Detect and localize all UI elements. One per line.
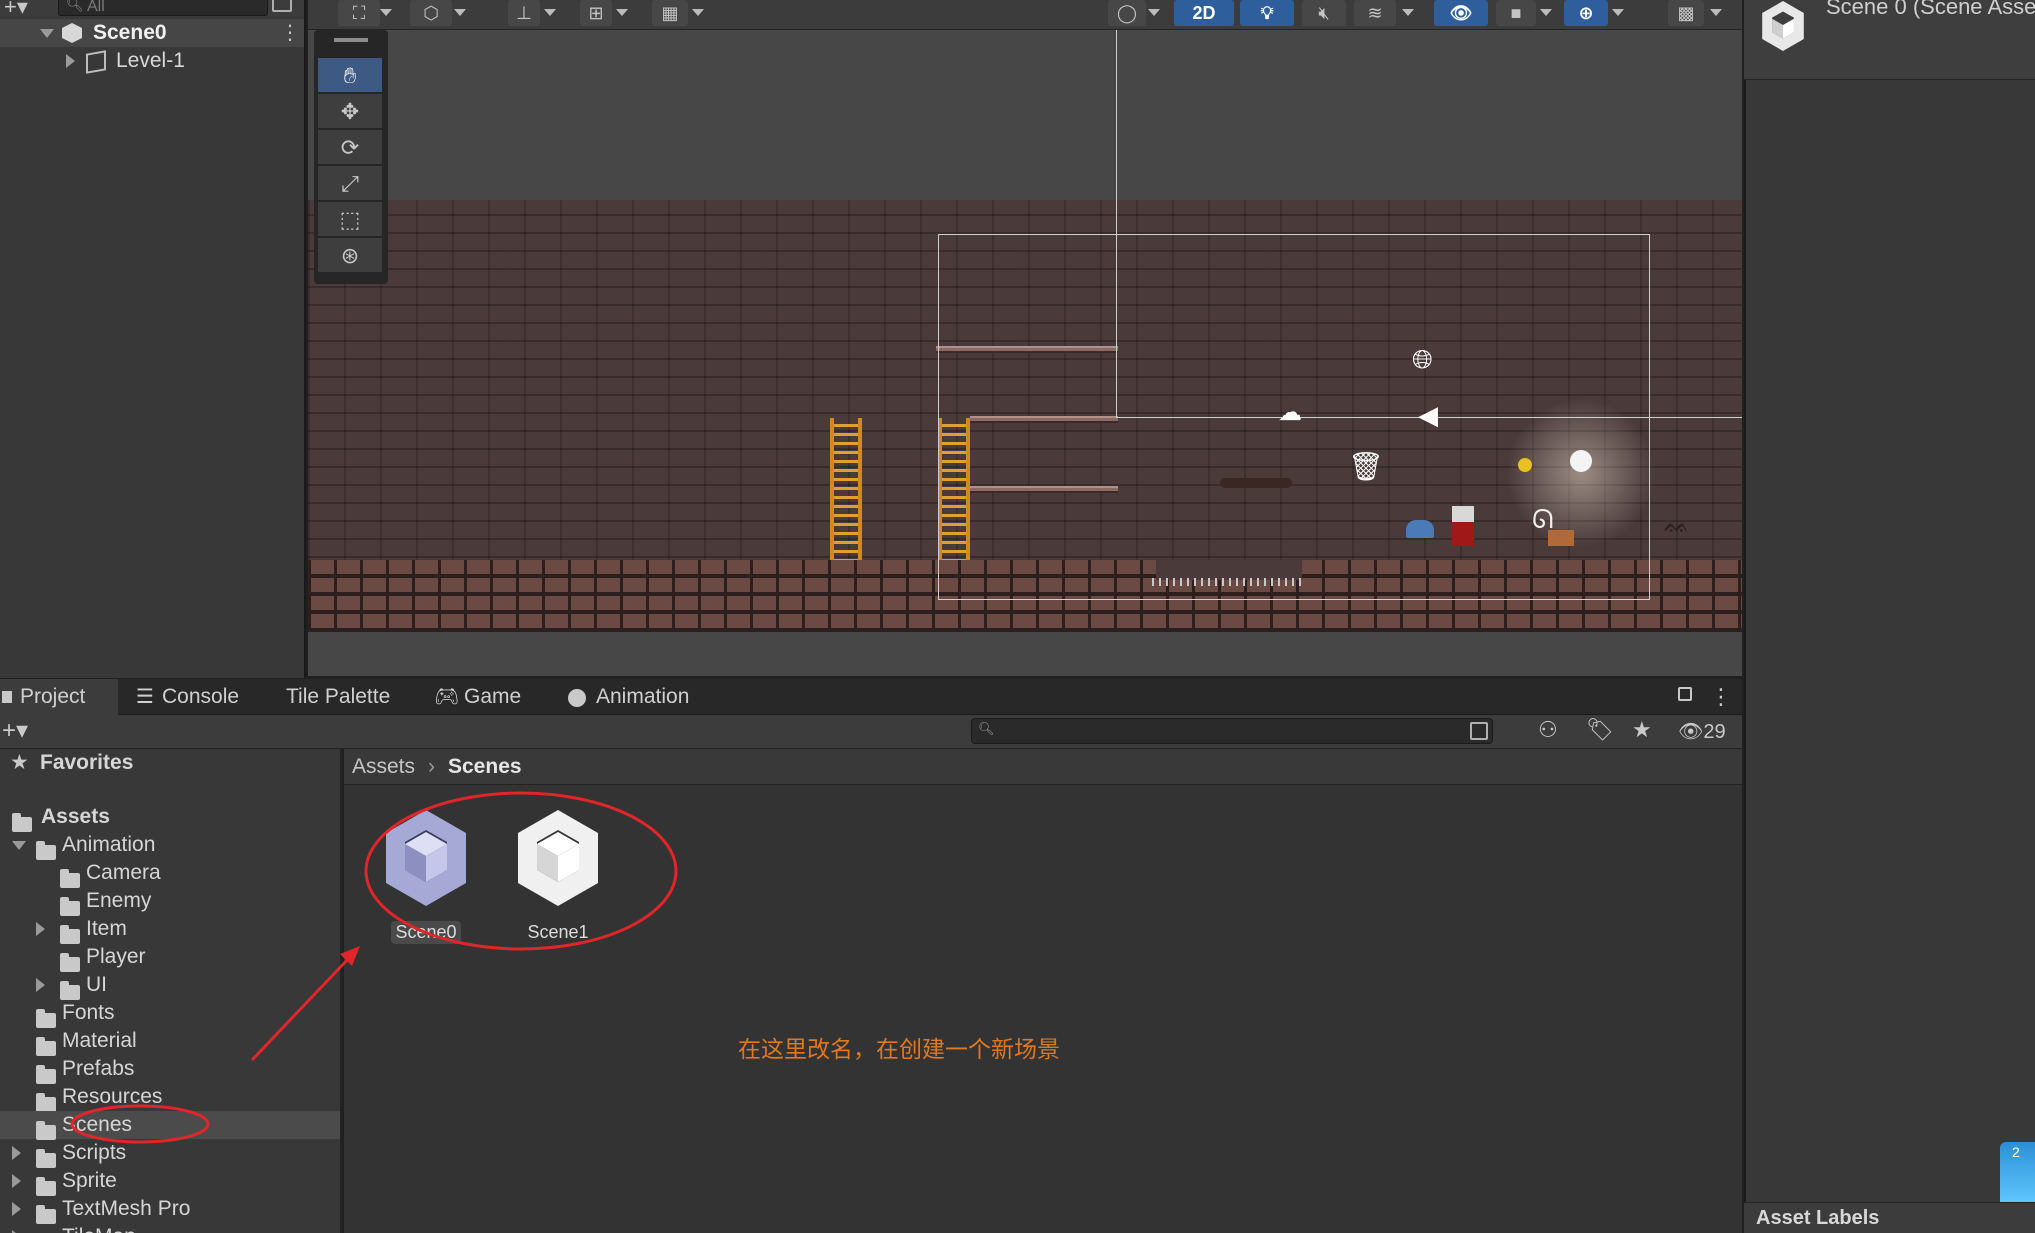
annotation-circle-files: [364, 791, 678, 951]
unity-editor-window: { "hierarchy":{ "search_placeholder":"Al…: [0, 0, 2035, 1233]
annotation-arrow: [250, 955, 352, 1062]
annotation-circle-scenes-folder: [70, 1104, 210, 1144]
annotation-note: 在这里改名，在创建一个新场景: [738, 1036, 1060, 1062]
